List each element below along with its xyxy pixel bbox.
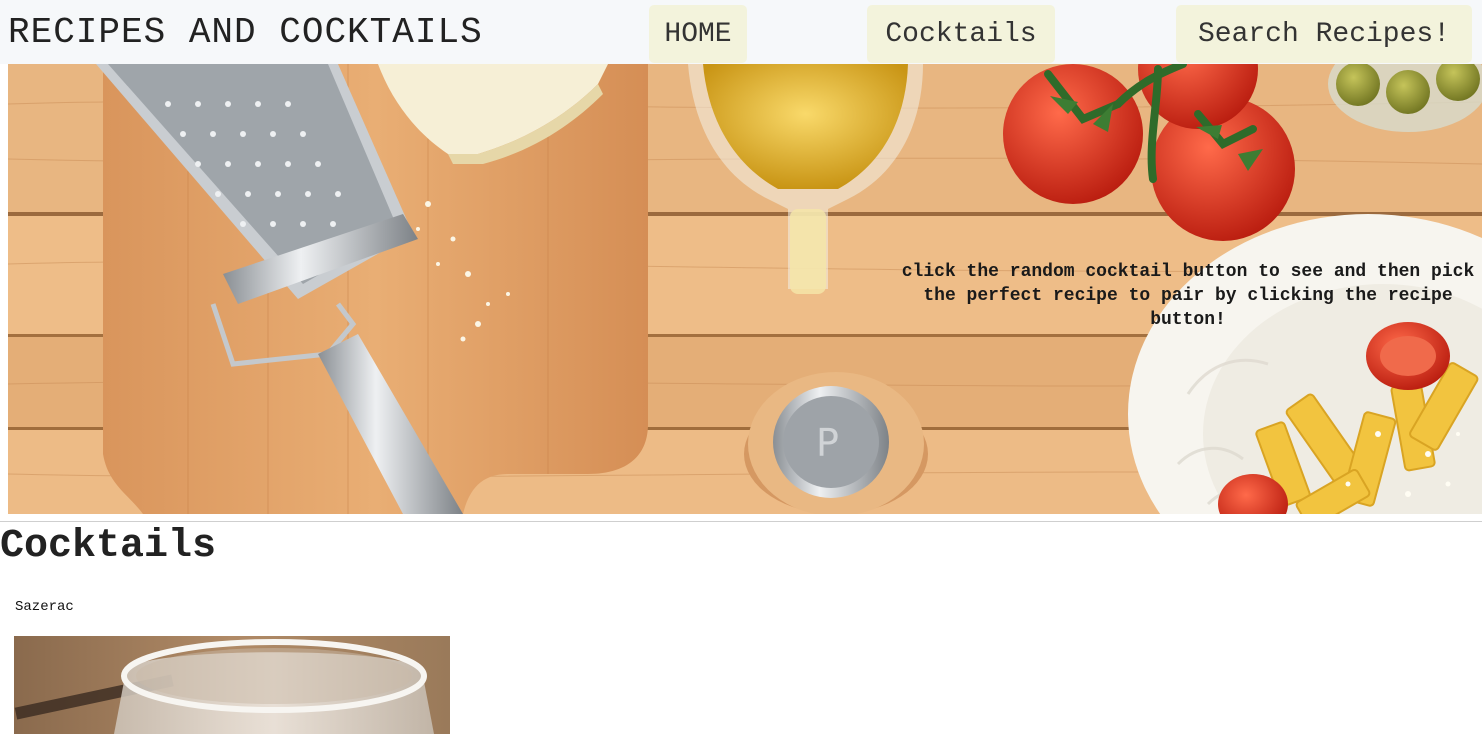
site-title: RECIPES AND COCKTAILS: [8, 12, 483, 53]
hero-instruction-text: click the random cocktail button to see …: [901, 262, 1475, 330]
cocktail-photo: [14, 636, 450, 734]
cocktail-image: [14, 636, 450, 734]
section-divider: [0, 521, 1482, 522]
nav-search-recipes-button[interactable]: Search Recipes!: [1176, 5, 1472, 63]
cocktail-name: Sazerac: [15, 599, 74, 615]
top-bar: RECIPES AND COCKTAILS HOME Cocktails Sea…: [0, 0, 1482, 64]
svg-text:P: P: [816, 421, 839, 465]
hero-banner: P click the random cocktail button to se…: [8, 64, 1482, 514]
nav-cocktails-button[interactable]: Cocktails: [867, 5, 1055, 63]
nav-home-button[interactable]: HOME: [649, 5, 747, 63]
cocktails-section-title: Cocktails: [0, 524, 217, 569]
